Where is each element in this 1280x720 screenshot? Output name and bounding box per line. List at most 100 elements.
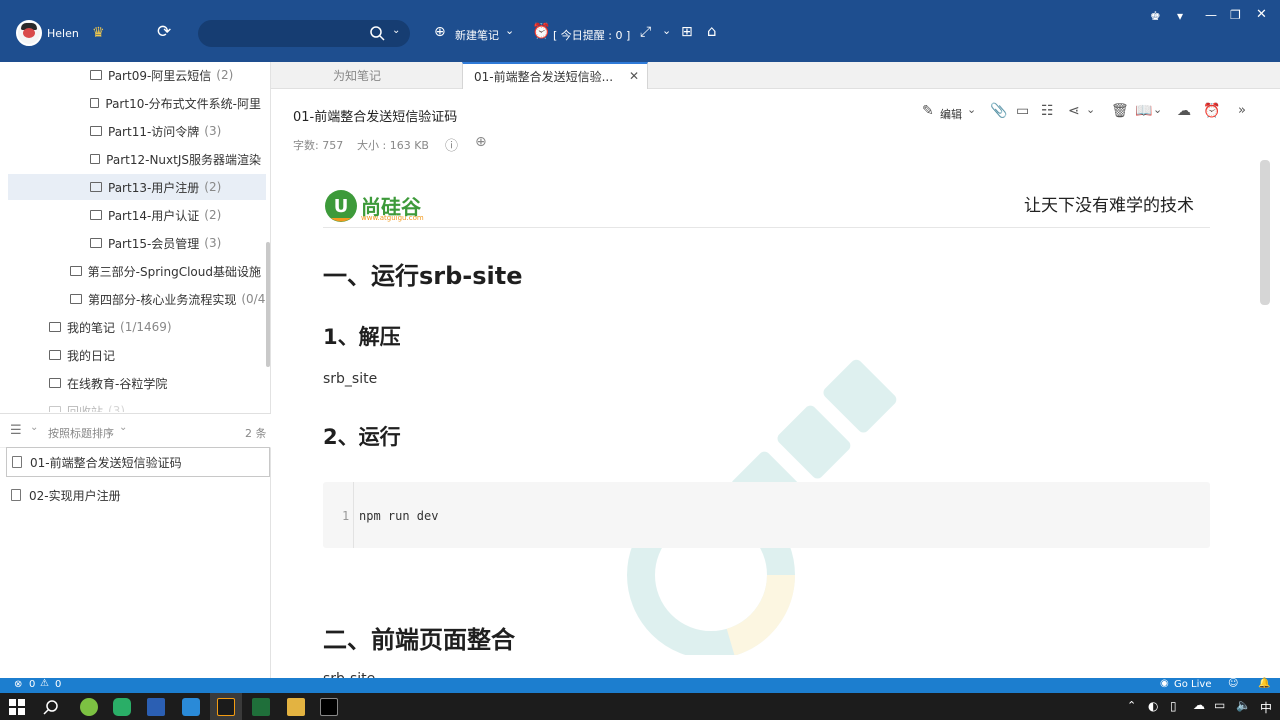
search-input[interactable] bbox=[208, 24, 358, 43]
windows-start-icon[interactable] bbox=[9, 699, 25, 715]
tree-item-label: 我的笔记 bbox=[67, 320, 116, 335]
file-explorer-icon[interactable] bbox=[287, 698, 305, 716]
warning-count[interactable]: 0 bbox=[55, 679, 61, 690]
info-icon[interactable]: ⓘ bbox=[445, 135, 458, 154]
network-icon[interactable]: ☁ bbox=[1193, 698, 1205, 712]
tree-item-part10[interactable]: Part10-分布式文件系统-阿里 bbox=[90, 90, 266, 116]
note-list-item[interactable]: 01-前端整合发送短信验证码 bbox=[6, 447, 270, 477]
browser-app-icon[interactable] bbox=[80, 698, 98, 716]
tray-app-icon[interactable]: ◐ bbox=[1148, 699, 1158, 713]
comment-icon[interactable]: ▭ bbox=[1016, 104, 1029, 118]
cmd-app-icon[interactable] bbox=[320, 698, 338, 716]
username[interactable]: Helen bbox=[47, 27, 79, 40]
code-block[interactable]: 1 npm run dev bbox=[323, 482, 1210, 548]
sync-note-icon[interactable]: ☁ bbox=[1177, 104, 1191, 118]
avatar[interactable] bbox=[16, 20, 42, 46]
content-scrollbar[interactable] bbox=[1260, 160, 1270, 305]
tree-item-my-notes[interactable]: 我的笔记 (1/1469) bbox=[49, 314, 266, 340]
new-note-dropdown-icon[interactable]: ⌄ bbox=[505, 24, 514, 37]
feedback-icon[interactable]: ☺ bbox=[1228, 678, 1238, 689]
menu-icon[interactable]: ▾ bbox=[1177, 9, 1183, 23]
view-dropdown-icon[interactable]: ⌄ bbox=[30, 422, 38, 433]
sync-icon[interactable]: ⟳ bbox=[157, 24, 171, 41]
new-note-icon[interactable]: ⊕ bbox=[434, 25, 446, 39]
tree-item-part11[interactable]: Part11-访问令牌 (3) bbox=[90, 118, 266, 144]
alarm-icon[interactable]: ⏰ bbox=[532, 24, 551, 39]
taskbar-search-icon[interactable] bbox=[43, 699, 59, 715]
word-app-icon[interactable] bbox=[147, 698, 165, 716]
tree-item-part09[interactable]: Part09-阿里云短信 (2) bbox=[90, 62, 266, 88]
list-view-icon[interactable]: ☰ bbox=[10, 423, 22, 438]
tree-item-count: (0/4 bbox=[241, 292, 266, 306]
read-mode-icon[interactable]: 📖 bbox=[1135, 104, 1152, 118]
volume-icon[interactable]: 🔈 bbox=[1236, 698, 1251, 712]
wechat-app-icon[interactable] bbox=[113, 698, 131, 716]
error-count[interactable]: 0 bbox=[29, 679, 35, 690]
tab-current-note[interactable]: 01-前端整合发送短信验... ✕ bbox=[462, 62, 648, 89]
history-icon[interactable]: ☷ bbox=[1041, 104, 1054, 118]
sort-label[interactable]: 按照标题排序 bbox=[48, 425, 114, 441]
tree-item-count: (3) bbox=[204, 124, 222, 138]
tree-item-part15[interactable]: Part15-会员管理 (3) bbox=[90, 230, 266, 256]
home-icon[interactable]: ⌂ bbox=[707, 24, 717, 39]
tray-expand-icon[interactable]: ⌃ bbox=[1127, 699, 1136, 712]
edit-icon[interactable]: ✎ bbox=[922, 104, 934, 118]
note-title[interactable]: 01-前端整合发送短信验证码 bbox=[293, 106, 457, 125]
tab-wiz-home[interactable]: 为知笔记 bbox=[333, 62, 381, 89]
display-icon[interactable]: ▭ bbox=[1214, 698, 1225, 712]
edit-dropdown-icon[interactable]: ⌄ bbox=[967, 104, 976, 115]
tree-item-count: (3) bbox=[108, 404, 126, 412]
restore-button[interactable]: ❐ bbox=[1230, 8, 1241, 22]
tab-close-icon[interactable]: ✕ bbox=[629, 69, 639, 83]
note-list-item[interactable]: 02-实现用户注册 bbox=[6, 480, 270, 510]
tray-usb-icon[interactable]: ▯ bbox=[1170, 699, 1177, 713]
tree-item-part13[interactable]: Part13-用户注册 (2) bbox=[8, 174, 266, 200]
go-live-button[interactable]: Go Live bbox=[1174, 679, 1211, 690]
folder-icon bbox=[70, 294, 82, 304]
read-dropdown-icon[interactable]: ⌄ bbox=[1153, 104, 1162, 115]
skin-icon[interactable]: ♚ bbox=[1150, 9, 1161, 23]
more-icon[interactable]: » bbox=[1238, 104, 1246, 117]
apps-grid-icon[interactable]: ⊞ bbox=[681, 25, 693, 39]
tree-item-part12[interactable]: Part12-NuxtJS服务器端渲染 bbox=[90, 146, 266, 172]
tree-item-my-diary[interactable]: 我的日记 bbox=[49, 342, 266, 368]
attachment-icon[interactable]: 📎 bbox=[990, 104, 1007, 118]
tree-item-recycle-bin[interactable]: 回收站 (3) bbox=[49, 398, 266, 412]
close-button[interactable]: ✕ bbox=[1256, 7, 1267, 22]
tree-item-part3[interactable]: 第三部分-SpringCloud基础设施 bbox=[70, 258, 266, 284]
expand-dropdown-icon[interactable]: ⌄ bbox=[662, 24, 671, 37]
note-icon bbox=[12, 456, 22, 468]
tree-item-count: (2) bbox=[204, 208, 222, 222]
note-icon bbox=[11, 489, 21, 501]
search-dropdown-icon[interactable]: ⌄ bbox=[392, 25, 400, 36]
minimize-button[interactable]: — bbox=[1205, 8, 1217, 22]
reminder-label[interactable]: [ 今日提醒 : 0 ] bbox=[553, 27, 630, 43]
error-icon[interactable]: ⊗ bbox=[14, 679, 22, 690]
atguigu-logo-icon: U bbox=[325, 190, 357, 222]
tab-label: 01-前端整合发送短信验... bbox=[474, 70, 614, 84]
intellij-app-icon[interactable] bbox=[217, 698, 235, 716]
heading-run-srb-site: 一、运行srb-site bbox=[323, 262, 523, 290]
tree-scrollbar[interactable] bbox=[266, 242, 270, 367]
ime-indicator[interactable]: 中 bbox=[1260, 699, 1272, 716]
tree-item-part4[interactable]: 第四部分-核心业务流程实现 (0/4 bbox=[70, 286, 266, 312]
search-icon[interactable] bbox=[370, 26, 385, 41]
tree-item-label: 我的日记 bbox=[67, 348, 116, 363]
tree-item-online-edu[interactable]: 在线教育-谷粒学院 bbox=[49, 370, 266, 396]
delete-icon[interactable]: 🗑 bbox=[1111, 104, 1129, 118]
warning-icon[interactable]: ⚠ bbox=[40, 678, 49, 689]
edit-button[interactable]: 编辑 bbox=[940, 106, 962, 122]
new-note-button[interactable]: 新建笔记 bbox=[455, 27, 499, 43]
broadcast-icon[interactable]: ◉ bbox=[1160, 678, 1169, 689]
add-tag-icon[interactable]: ⊕ bbox=[475, 134, 487, 150]
vscode-app-icon[interactable] bbox=[182, 698, 200, 716]
sort-dropdown-icon[interactable]: ⌄ bbox=[119, 422, 127, 433]
notification-icon[interactable]: 🔔 bbox=[1258, 678, 1270, 689]
share-dropdown-icon[interactable]: ⌄ bbox=[1086, 104, 1095, 115]
reminder-icon[interactable]: ⏰ bbox=[1203, 104, 1220, 118]
tree-item-part14[interactable]: Part14-用户认证 (2) bbox=[90, 202, 266, 228]
share-icon[interactable]: ⋖ bbox=[1068, 104, 1080, 118]
folder-icon bbox=[90, 126, 102, 136]
expand-icon[interactable]: ⤢ bbox=[640, 25, 651, 39]
terminal-app-icon[interactable] bbox=[252, 698, 270, 716]
